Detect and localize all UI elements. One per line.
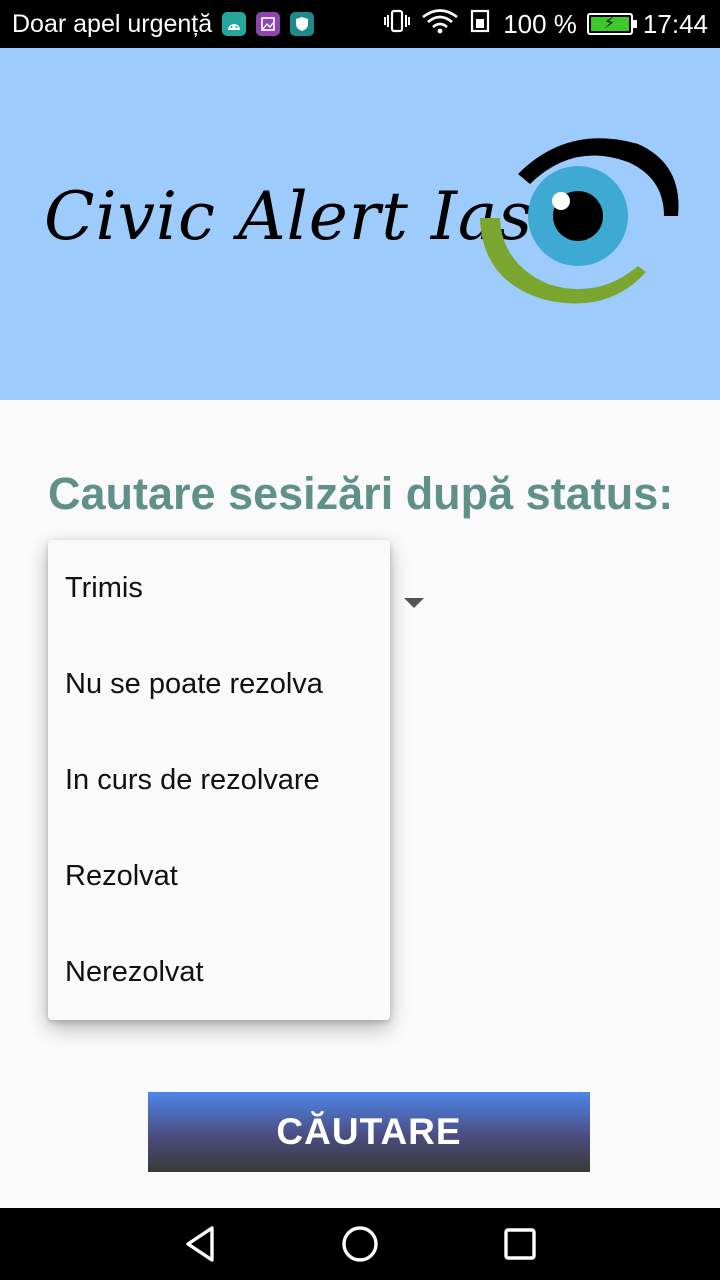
shield-icon [290, 12, 315, 36]
dropdown-option-nerezolvat[interactable]: Nerezolvat [48, 924, 390, 1020]
page-title: Cautare sesizări după status: [48, 468, 674, 519]
dropdown-option-nu-se-poate-rezolva[interactable]: Nu se poate rezolva [48, 636, 390, 732]
dropdown-option-rezolvat[interactable]: Rezolvat [48, 828, 390, 924]
vibrate-icon [383, 8, 411, 41]
status-left: Doar apel urgență [12, 0, 315, 48]
gallery-icon [256, 12, 281, 36]
recents-icon[interactable] [496, 1222, 544, 1266]
status-dropdown-menu: Trimis Nu se poate rezolva In curs de re… [48, 540, 390, 1020]
navigation-bar [0, 1208, 720, 1280]
battery-percent: 100 % [503, 8, 577, 39]
status-right: 100 % ⚡ 17:44 [383, 0, 708, 48]
dropdown-option-in-curs-de-rezolvare[interactable]: In curs de rezolvare [48, 732, 390, 828]
header-banner: Civic Alert Iasi [0, 48, 720, 400]
dropdown-option-trimis[interactable]: Trimis [48, 540, 390, 636]
home-icon[interactable] [336, 1222, 384, 1266]
search-button[interactable]: CĂUTARE [148, 1092, 590, 1172]
wifi-icon [421, 8, 459, 41]
back-icon[interactable] [176, 1222, 224, 1266]
clock: 17:44 [642, 8, 708, 39]
status-bar: Doar apel urgență 100 % ⚡ 17:44 [0, 0, 720, 48]
eye-logo-icon [480, 138, 679, 304]
status-text: Doar apel urgență [12, 9, 213, 38]
battery-icon: ⚡ [586, 13, 637, 35]
sim-icon [469, 8, 493, 41]
android-icon [222, 12, 247, 36]
status-spinner-arrow-icon[interactable] [404, 598, 424, 608]
